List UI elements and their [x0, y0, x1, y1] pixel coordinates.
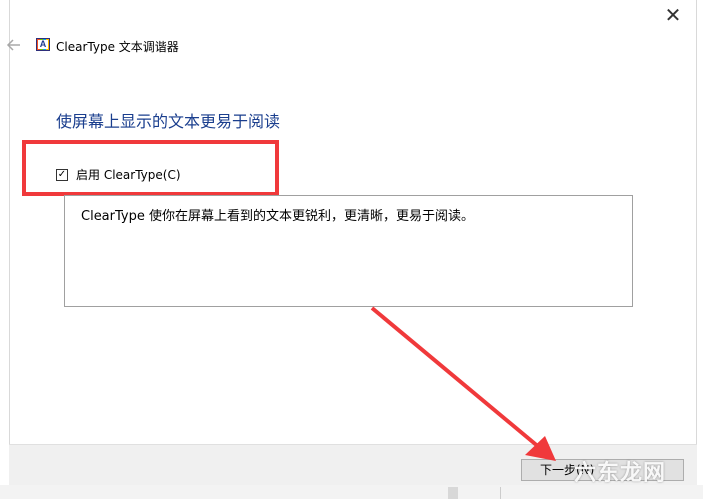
description-box: ClearType 使你在屏幕上看到的文本更锐利，更清晰，更易于阅读。: [64, 195, 633, 307]
page-heading: 使屏幕上显示的文本更易于阅读: [56, 112, 281, 131]
window-title: ClearType 文本调谐器: [56, 40, 179, 54]
cleartype-app-icon: A: [36, 38, 50, 51]
back-arrow-icon: [6, 39, 20, 51]
close-icon: ✕: [664, 3, 682, 27]
taskbar-segment: [448, 487, 458, 499]
close-button[interactable]: ✕: [656, 2, 690, 28]
watermark-logo: 六东龙网: [574, 461, 667, 486]
description-text: ClearType 使你在屏幕上看到的文本更锐利，更清晰，更易于阅读。: [81, 209, 474, 224]
taskbar-segment: [500, 487, 701, 499]
annotation-highlight-box: [22, 140, 279, 196]
taskbar-strip: [0, 485, 703, 499]
back-button[interactable]: [5, 36, 23, 54]
